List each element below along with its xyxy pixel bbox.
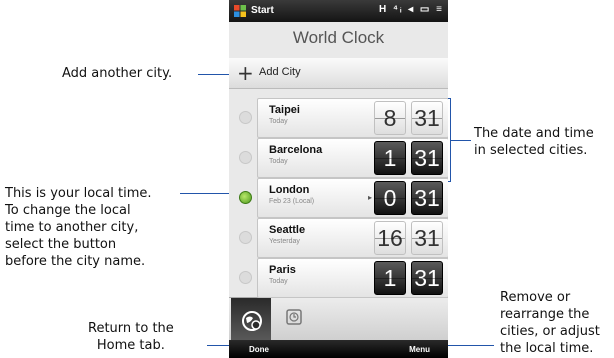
flip-split-line	[375, 238, 405, 239]
annotation-local-time-line-5: before the city name.	[5, 254, 146, 269]
minute-flip-digit: 31	[411, 181, 443, 215]
annotation-remove: Remove or rearrange the cities, or adjus…	[500, 289, 600, 357]
annotation-line-date-time	[451, 140, 471, 141]
alarm-clock-icon[interactable]	[285, 308, 303, 326]
done-soft-key[interactable]: Done	[249, 345, 269, 354]
city-date: Today	[269, 158, 288, 165]
start-label[interactable]: Start	[251, 5, 274, 16]
annotation-local-time-line-3: time to another city,	[5, 220, 139, 235]
hour-flip-digit: 8	[374, 101, 406, 135]
city-name: Taipei	[269, 104, 300, 116]
minute-flip-digit: 31	[411, 221, 443, 255]
city-name: London	[269, 184, 310, 196]
local-indicator-icon: ▸	[368, 193, 373, 202]
phone-screen: Start H ⁴ᵢ ◂ ▭ ≡ World Clock + Add City …	[229, 0, 448, 358]
flip-split-line	[412, 238, 442, 239]
status-icons: H ⁴ᵢ ◂ ▭ ≡	[379, 4, 444, 15]
hour-flip-digit: 0	[374, 181, 406, 215]
flip-split-line	[375, 118, 405, 119]
annotation-home-tab: Return to the Home tab.	[88, 320, 174, 354]
annotation-line-add-city	[198, 74, 230, 75]
globe-clock-icon	[242, 311, 262, 331]
annotation-remove-line-4: the local time.	[500, 341, 594, 356]
local-time-radio[interactable]	[239, 111, 252, 124]
status-bar: Start H ⁴ᵢ ◂ ▭ ≡	[229, 0, 448, 22]
windows-start-icon[interactable]	[233, 4, 247, 18]
tab-bar	[229, 297, 448, 341]
app-title: World Clock	[292, 28, 385, 47]
local-time-radio[interactable]	[239, 191, 252, 204]
annotation-date-time-line-1: The date and time	[474, 126, 594, 141]
annotation-home-tab-line-1: Return to the	[88, 321, 174, 336]
flip-split-line	[375, 278, 405, 279]
flip-split-line	[375, 158, 405, 159]
annotation-local-time-line-2: To change the local	[5, 203, 131, 218]
hour-flip-digit: 1	[374, 261, 406, 295]
annotation-local-time-line-4: select the button	[5, 237, 117, 252]
flip-split-line	[412, 198, 442, 199]
local-time-radio[interactable]	[239, 231, 252, 244]
city-name: Barcelona	[269, 144, 323, 156]
annotation-remove-line-3: cities, or adjust	[500, 324, 600, 339]
annotation-date-time-line-2: in selected cities.	[474, 143, 588, 158]
city-row[interactable]: London Feb 23 (Local) ▸ 0 31	[229, 175, 448, 219]
annotation-home-tab-line-2: Home tab.	[96, 338, 165, 353]
annotation-local-time: This is your local time. To change the l…	[5, 185, 152, 270]
flip-split-line	[375, 198, 405, 199]
local-time-radio[interactable]	[239, 271, 252, 284]
city-name: Seattle	[269, 224, 306, 236]
annotation-local-time-line-1: This is your local time.	[5, 186, 152, 201]
add-city-button[interactable]: + Add City	[229, 58, 448, 89]
flip-split-line	[412, 118, 442, 119]
city-row[interactable]: Paris Today 1 31	[229, 255, 448, 299]
city-row[interactable]: Barcelona Today 1 31	[229, 135, 448, 179]
annotation-remove-line-1: Remove or	[500, 290, 571, 305]
city-row[interactable]: Seattle Yesterday 16 31	[229, 215, 448, 259]
annotation-date-time: The date and time in selected cities.	[474, 125, 594, 159]
tab-home[interactable]	[231, 298, 271, 341]
hour-flip-digit: 1	[374, 141, 406, 175]
hour-flip-digit: 16	[374, 221, 406, 255]
add-city-label: Add City	[259, 66, 301, 78]
city-row[interactable]: Taipei Today 8 31	[229, 95, 448, 139]
minute-flip-digit: 31	[411, 141, 443, 175]
plus-icon: +	[237, 61, 254, 85]
city-date: Today	[269, 278, 288, 285]
city-date: Feb 23 (Local)	[269, 198, 315, 205]
city-date: Yesterday	[269, 238, 300, 245]
soft-key-bar: Done Menu	[229, 340, 448, 358]
flip-split-line	[412, 158, 442, 159]
annotation-remove-line-2: rearrange the	[500, 307, 590, 322]
city-date: Today	[269, 118, 288, 125]
minute-flip-digit: 31	[411, 101, 443, 135]
annotation-add-city: Add another city.	[62, 66, 173, 81]
minute-flip-digit: 31	[411, 261, 443, 295]
menu-soft-key[interactable]: Menu	[409, 345, 430, 354]
local-time-radio[interactable]	[239, 151, 252, 164]
flip-split-line	[412, 278, 442, 279]
city-name: Paris	[269, 264, 296, 276]
